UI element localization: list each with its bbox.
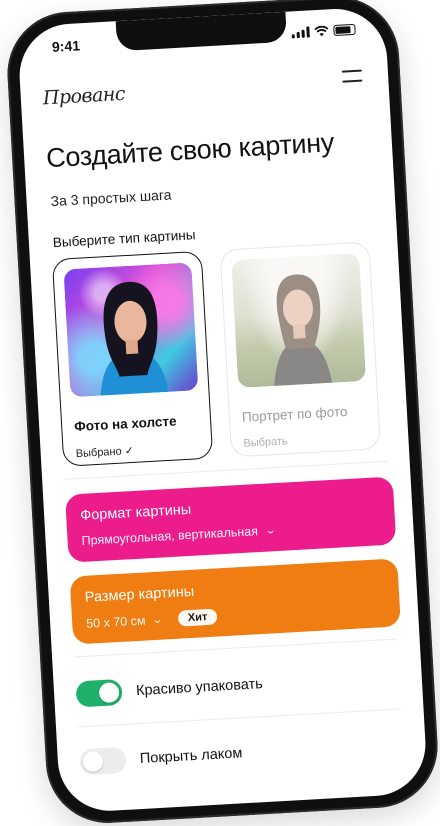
size-selector[interactable]: Размер картины 50 х 70 см ⌄ Хит	[69, 558, 401, 645]
toggle-label: Красиво упаковать	[135, 676, 264, 700]
hit-badge: Хит	[177, 608, 218, 627]
size-value: 50 х 70 см	[85, 613, 146, 631]
size-title: Размер картины	[84, 583, 195, 606]
page-title: Создайте свою картину	[45, 127, 335, 174]
app-screen: 9:41 Прованс Создайте свою картину За 3 …	[16, 6, 429, 814]
brand-logo[interactable]: Прованс	[42, 83, 125, 110]
card-status: Выбрано ✓	[75, 444, 135, 461]
toggle-knob	[98, 682, 120, 704]
card-title: Фото на холсте	[73, 413, 177, 435]
varnish-toggle[interactable]	[79, 746, 127, 776]
card-title: Портрет по фото	[241, 403, 348, 425]
toggle-row-varnish: Покрыть лаком	[79, 724, 405, 782]
battery-icon	[333, 23, 356, 37]
type-card-portrait[interactable]: Портрет по фото Выбрать	[219, 241, 381, 458]
page-subtitle: За 3 простых шага	[50, 186, 172, 210]
portrait-preview-image	[231, 253, 367, 388]
status-time: 9:41	[51, 37, 81, 55]
portrait-illustration	[274, 274, 333, 386]
toggle-label: Покрыть лаком	[139, 745, 243, 768]
toggle-row-packaging: Красиво упаковать	[75, 656, 401, 714]
phone-mockup: 9:41 Прованс Создайте свою картину За 3 …	[4, 0, 440, 826]
format-value: Прямоугольная, вертикальная	[81, 524, 259, 548]
format-title: Формат картины	[79, 501, 192, 524]
size-value-row: 50 х 70 см ⌄ Хит	[85, 608, 218, 632]
chevron-down-icon: ⌄	[151, 614, 164, 626]
section-label: Выберите тип картины	[52, 227, 196, 251]
format-selector[interactable]: Формат картины Прямоугольная, вертикальн…	[65, 476, 397, 563]
toggle-knob	[82, 751, 104, 773]
wifi-icon	[314, 25, 329, 37]
signal-icon	[291, 26, 310, 39]
canvas-preview-image	[63, 262, 199, 398]
packaging-toggle[interactable]	[75, 678, 123, 708]
menu-button[interactable]	[341, 69, 363, 83]
type-card-canvas[interactable]: Фото на холсте Выбрано ✓	[51, 250, 214, 467]
hamburger-icon	[341, 69, 362, 73]
portrait-illustration	[100, 281, 169, 396]
card-status: Выбрать	[243, 435, 289, 450]
format-value-row: Прямоугольная, вертикальная ⌄	[81, 523, 277, 548]
status-icons	[291, 23, 356, 39]
chevron-down-icon: ⌄	[263, 524, 277, 537]
